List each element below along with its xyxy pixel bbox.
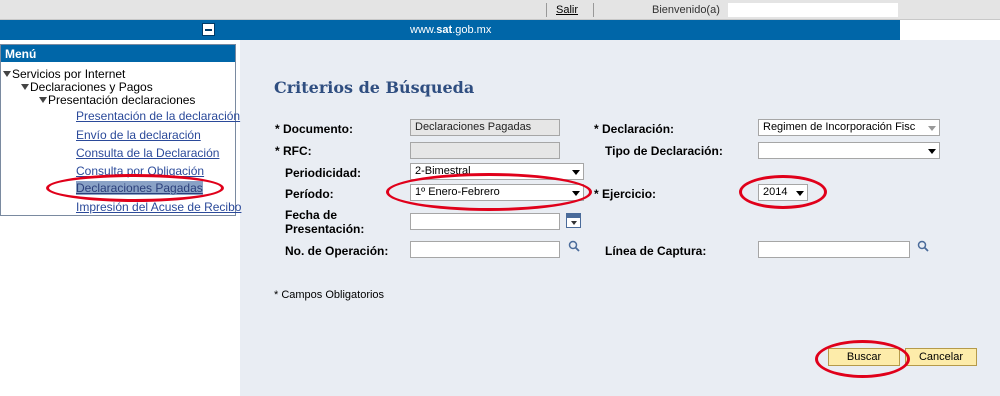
search-icon[interactable]: [917, 240, 929, 252]
menu-link-consulta-obligacion[interactable]: Consulta por Obligación: [76, 164, 204, 178]
fecha-presentacion-input[interactable]: [410, 213, 560, 230]
menu-link-declaraciones-pagadas[interactable]: Declaraciones Pagadas: [76, 181, 203, 195]
menu-node-servicios[interactable]: Servicios por Internet: [3, 67, 125, 81]
cancel-button[interactable]: Cancelar: [905, 348, 977, 366]
fecha-label-line1: Fecha de: [285, 208, 338, 222]
documento-label: * Documento:: [275, 122, 353, 136]
rfc-label: * RFC:: [275, 144, 312, 158]
operacion-input[interactable]: [410, 241, 560, 258]
linea-captura-label: Línea de Captura:: [605, 244, 707, 258]
rfc-field: [410, 142, 560, 159]
periodicidad-select[interactable]: 2-Bimestral: [410, 163, 584, 180]
declaracion-label: * Declaración:: [594, 122, 675, 136]
ejercicio-label: * Ejercicio:: [594, 187, 657, 201]
expand-triangle-icon: [3, 71, 11, 77]
site-url: www.sat.gob.mx: [410, 24, 492, 36]
periodicidad-label: Periodicidad:: [285, 166, 362, 180]
documento-field: Declaraciones Pagadas: [410, 119, 560, 136]
separator: [546, 3, 547, 17]
expand-triangle-icon: [21, 84, 29, 90]
minimize-menu-icon[interactable]: [202, 23, 215, 36]
fecha-label-line2: Presentación:: [285, 222, 365, 236]
dropdown-arrow-icon: [572, 170, 580, 175]
dropdown-arrow-icon: [928, 149, 936, 154]
dropdown-arrow-icon: [796, 191, 804, 196]
periodo-label: Período:: [285, 187, 334, 201]
calendar-icon[interactable]: [566, 213, 581, 228]
tipo-declaracion-select[interactable]: [758, 142, 940, 159]
page-title: Criterios de Búsqueda: [274, 78, 475, 97]
operacion-label: No. de Operación:: [285, 244, 389, 258]
menu-link-consulta-declaracion[interactable]: Consulta de la Declaración: [76, 146, 219, 160]
user-name-redacted: [728, 3, 898, 17]
sidebar-menu: Menú Servicios por Internet Declaracione…: [0, 44, 241, 216]
required-fields-note: * Campos Obligatorios: [274, 289, 385, 301]
periodo-select[interactable]: 1º Enero-Febrero: [410, 184, 584, 201]
dropdown-arrow-icon: [928, 126, 936, 131]
search-button[interactable]: Buscar: [828, 348, 900, 366]
dropdown-arrow-icon: [572, 191, 580, 196]
search-icon[interactable]: [568, 240, 580, 252]
top-bar: Salir Bienvenido(a): [0, 0, 1000, 20]
site-bar: www.sat.gob.mx: [0, 20, 900, 40]
logout-link[interactable]: Salir: [556, 4, 578, 16]
linea-captura-input[interactable]: [758, 241, 910, 258]
expand-triangle-icon: [39, 97, 47, 103]
menu-title: Menú: [1, 45, 235, 62]
menu-node-presentacion-declaraciones[interactable]: Presentación declaraciones: [39, 93, 195, 107]
declaracion-select[interactable]: Regimen de Incorporación Fisc: [758, 119, 940, 136]
welcome-text: Bienvenido(a): [652, 4, 720, 16]
ejercicio-select[interactable]: 2014: [758, 184, 808, 201]
separator: [593, 3, 594, 17]
menu-node-declaraciones-pagos[interactable]: Declaraciones y Pagos: [21, 80, 153, 94]
menu-link-presentacion[interactable]: Presentación de la declaración: [76, 109, 240, 123]
tipo-declaracion-label: Tipo de Declaración:: [605, 144, 723, 158]
menu-link-impresion-acuse[interactable]: Impresión del Acuse de Recibo: [76, 200, 241, 214]
menu-link-envio[interactable]: Envío de la declaración: [76, 128, 201, 142]
